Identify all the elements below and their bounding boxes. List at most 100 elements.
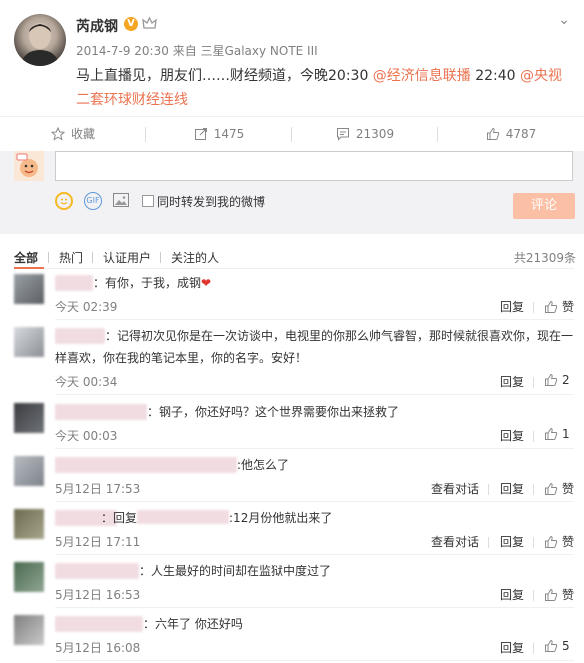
repost-checkbox-label: 同时转发到我的微博 (157, 195, 266, 209)
comment-like-button[interactable]: 2 (544, 373, 570, 387)
repost-button[interactable]: 1475 (146, 117, 292, 152)
divider (55, 448, 574, 449)
reply-button[interactable]: 回复 (500, 586, 524, 603)
comment-author[interactable] (55, 563, 139, 579)
divider (55, 319, 574, 320)
comment-item: ：有你，于我，成钢❤ 今天 02:39 回复 赞 (0, 272, 584, 322)
thumbs-up-icon (544, 482, 562, 496)
comment-time[interactable]: 今天 02:39 (55, 298, 117, 315)
reply-button[interactable]: 回复 (500, 427, 524, 444)
reply-button[interactable]: 回复 (500, 533, 524, 550)
comment-like-button[interactable]: 5 (544, 639, 570, 653)
like-count: 4787 (505, 127, 537, 141)
commenter-avatar[interactable] (14, 403, 44, 433)
comment-like-label: 5 (562, 639, 570, 653)
comment-item: ：回复:12月份他就出来了 5月12日 17:11 查看对话 回复 赞 (0, 507, 584, 557)
comment-time[interactable]: 5月12日 16:53 (55, 586, 140, 603)
gif-icon[interactable]: GIF (84, 192, 102, 210)
divider (92, 252, 93, 263)
divider (533, 377, 534, 388)
commenter-avatar[interactable] (14, 509, 44, 539)
divider (488, 484, 489, 495)
comment-body: ：有你，于我，成钢 (93, 276, 202, 290)
comment-like-button[interactable]: 赞 (544, 533, 574, 550)
comment-compose: GIF 同时转发到我的微博 评论 (0, 151, 584, 234)
view-conversation-link[interactable]: 查看对话 (431, 480, 479, 497)
comment-text: ：回复:12月份他就出来了 (101, 507, 332, 529)
commenter-avatar[interactable] (14, 456, 44, 486)
author-avatar[interactable] (14, 14, 66, 66)
submit-comment-button[interactable]: 评论 (513, 193, 575, 219)
comment-time[interactable]: 今天 00:34 (55, 373, 117, 390)
comment-like-button[interactable]: 1 (544, 427, 570, 441)
current-user-avatar[interactable] (14, 151, 44, 181)
commenter-avatar[interactable] (14, 274, 44, 304)
comment-like-button[interactable]: 赞 (544, 480, 574, 497)
view-conversation-link[interactable]: 查看对话 (431, 533, 479, 550)
tab-following[interactable]: 关注的人 (171, 249, 219, 266)
comment-author[interactable] (55, 616, 143, 632)
comment-author[interactable] (55, 457, 237, 473)
comment-like-label: 赞 (562, 535, 575, 549)
source-prefix: 来自 (172, 44, 197, 58)
thumbs-up-icon (544, 588, 562, 602)
like-button[interactable]: 4787 (438, 117, 584, 152)
comment-author[interactable] (55, 275, 93, 291)
comment-icon (336, 128, 349, 141)
divider (488, 537, 489, 548)
reply-button[interactable]: 回复 (500, 298, 524, 315)
post-timestamp[interactable]: 2014-7-9 20:30 (76, 44, 169, 58)
comment-time[interactable]: 今天 00:03 (55, 427, 117, 444)
comment-body: ：六年了 你还好吗 (143, 617, 243, 631)
image-icon[interactable] (113, 193, 129, 207)
comment-filter-tabs: 全部 热门 认证用户 关注的人 共21309条 (0, 246, 584, 268)
comment-like-label: 2 (562, 373, 570, 387)
comment-author[interactable] (55, 404, 147, 420)
favorite-button[interactable]: 收藏 (0, 117, 146, 152)
divider (533, 484, 534, 495)
thumbs-up-icon (544, 300, 562, 314)
tab-hot[interactable]: 热门 (59, 249, 83, 266)
comment-count: 21309 (355, 127, 395, 141)
commenter-avatar[interactable] (14, 615, 44, 645)
reply-target[interactable] (137, 510, 230, 524)
author-name[interactable]: 芮成钢 (76, 16, 118, 36)
comment-input[interactable] (55, 151, 573, 181)
comment-item: ：钢子，你还好吗？这个世界需要你出来拯救了今天 00:03 回复 1 (0, 401, 584, 451)
comment-time[interactable]: 5月12日 17:53 (55, 480, 140, 497)
comment-text: ：六年了 你还好吗 (143, 613, 243, 635)
divider (533, 590, 534, 601)
comment-text: ：记得初次见你是在一次访谈中，电视里的你那么帅气睿智，那时候就很喜欢你，现在一样… (55, 325, 574, 369)
divider (533, 643, 534, 654)
reply-button[interactable]: 回复 (500, 373, 524, 390)
reply-button[interactable]: 回复 (500, 480, 524, 497)
comment-time[interactable]: 5月12日 16:08 (55, 639, 140, 656)
comment-like-button[interactable]: 赞 (544, 298, 574, 315)
tab-all[interactable]: 全部 (14, 249, 38, 266)
divider (55, 394, 574, 395)
reply-button[interactable]: 回复 (500, 639, 524, 656)
divider (533, 537, 534, 548)
commenter-avatar[interactable] (14, 562, 44, 592)
active-tab-indicator (14, 267, 44, 269)
post-text-part2: 22:40 (470, 68, 521, 84)
thumbs-up-icon (544, 535, 562, 549)
comment-like-button[interactable]: 赞 (544, 586, 574, 603)
divider (533, 302, 534, 313)
tab-verified-users[interactable]: 认证用户 (103, 249, 151, 266)
comment-text: ：钢子，你还好吗？这个世界需要你出来拯救了 (147, 401, 399, 423)
divider (48, 252, 49, 263)
chevron-down-icon[interactable]: ⌄ (558, 12, 570, 28)
mention-link[interactable]: @经济信息联播 (373, 68, 471, 84)
post-action-bar: 收藏 1475 21309 4787 (0, 116, 584, 153)
comment-like-label: 赞 (562, 588, 575, 602)
comment-button[interactable]: 21309 (292, 117, 438, 152)
comment-body: ：记得初次见你是在一次访谈中，电视里的你那么帅气睿智，那时候就很喜欢你，现在一样… (55, 329, 574, 365)
post-source[interactable]: 三星Galaxy NOTE III (201, 44, 318, 58)
repost-checkbox[interactable] (142, 195, 154, 207)
comment-time[interactable]: 5月12日 17:11 (55, 533, 140, 550)
emoji-icon[interactable] (55, 192, 73, 210)
commenter-avatar[interactable] (14, 327, 44, 357)
comment-body: :他怎么了 (237, 458, 290, 472)
star-icon (50, 126, 66, 141)
